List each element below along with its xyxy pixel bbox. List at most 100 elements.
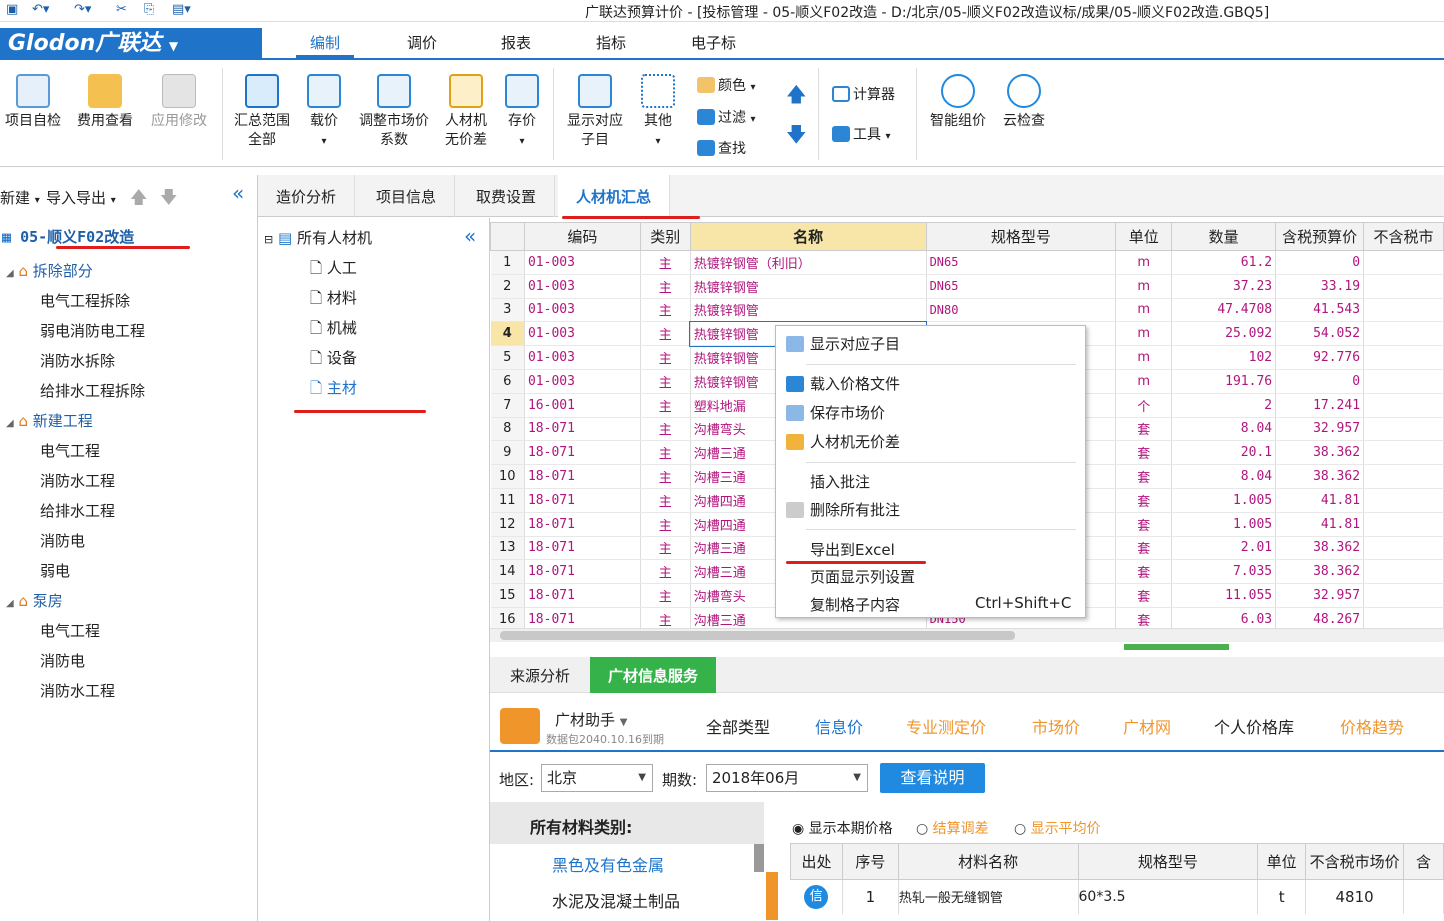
move-up-icon[interactable]: 🡅	[130, 185, 147, 214]
category-metals[interactable]: 黑色及有色金属	[552, 852, 664, 876]
tree-group-pump-room[interactable]: ◢ ⌂ 泵房	[6, 590, 63, 611]
menu-item-column-settings[interactable]: 页面显示列设置	[810, 566, 915, 587]
tree-item[interactable]: 给排水工程	[40, 500, 115, 521]
move-down-icon[interactable]: 🡇	[786, 120, 807, 154]
tab-e-bid[interactable]: 电子标	[677, 30, 750, 58]
info-tab-measured-price[interactable]: 专业测定价	[906, 714, 986, 738]
info-tab-price-trend[interactable]: 价格趋势	[1340, 714, 1404, 738]
color-button[interactable]: 颜色 ▾	[697, 75, 755, 95]
menu-item-save-market-price[interactable]: 保存市场价	[786, 402, 885, 423]
horizontal-scrollbar[interactable]	[490, 628, 1444, 642]
tree-item[interactable]: 弱电消防电工程	[40, 320, 145, 341]
redo-icon[interactable]: ↷▾	[74, 2, 91, 17]
col-market-price[interactable]: 不含税市场价	[1305, 843, 1405, 880]
menu-item-delete-comments[interactable]: 删除所有批注	[786, 499, 900, 520]
collapse-panel-icon[interactable]: «	[464, 224, 476, 248]
smart-pricing-button[interactable]: 智能组价	[924, 74, 992, 131]
tree-item[interactable]: 电气工程拆除	[40, 290, 130, 311]
view-explanation-button[interactable]: 查看说明	[880, 763, 985, 793]
period-select[interactable]: 2018年06月 ▼	[706, 764, 868, 792]
category-item-main-material[interactable]: 🗋 主材	[310, 377, 357, 403]
tab-reports[interactable]: 报表	[487, 30, 545, 58]
tab-project-info[interactable]: 项目信息	[358, 175, 456, 217]
tab-fee-settings[interactable]: 取费设置	[458, 175, 556, 217]
fee-view-button[interactable]: 费用查看	[74, 74, 136, 131]
new-button[interactable]: 新建 ▾	[0, 187, 40, 208]
category-root[interactable]: ⊟ ▤ 所有人材机	[264, 227, 372, 248]
col-name[interactable]: 名称	[689, 222, 927, 251]
tab-material-info-service[interactable]: 广材信息服务	[590, 657, 717, 693]
project-self-check-button[interactable]: 项目自检	[2, 74, 64, 131]
col-source[interactable]: 出处	[790, 843, 843, 880]
category-cement[interactable]: 水泥及混凝土制品	[552, 888, 680, 912]
menu-item-export-excel[interactable]: 导出到Excel	[810, 539, 895, 560]
region-select[interactable]: 北京 ▼	[541, 764, 653, 792]
undo-icon[interactable]: ↶▾	[32, 2, 49, 17]
col-tax-budget-price[interactable]: 含税预算价	[1275, 222, 1365, 251]
col-category[interactable]: 类别	[639, 222, 691, 251]
scrollbar-thumb[interactable]	[754, 844, 764, 872]
move-down-icon[interactable]: 🡇	[160, 185, 177, 214]
radio-settlement-adjust[interactable]: ○ 结算调差	[916, 818, 989, 838]
splitter-handle[interactable]	[766, 872, 778, 920]
col-spec[interactable]: 规格型号	[1077, 843, 1259, 880]
tree-item[interactable]: 给排水工程拆除	[40, 380, 145, 401]
save-icon[interactable]: ▣	[6, 2, 18, 17]
table-row[interactable]: 信 1 热轧一般无缝钢管 60*3.5 t 4810	[790, 879, 1444, 914]
tree-item[interactable]: 弱电	[40, 560, 70, 581]
tab-cost-analysis[interactable]: 造价分析	[258, 175, 356, 217]
import-export-button[interactable]: 导入导出 ▾	[46, 187, 116, 208]
info-tab-all[interactable]: 全部类型	[706, 714, 770, 738]
menu-item-insert-comment[interactable]: 插入批注	[810, 471, 870, 492]
tree-item[interactable]: 消防电	[40, 650, 85, 671]
col-spec[interactable]: 规格型号	[925, 222, 1117, 251]
find-button[interactable]: 查找	[697, 138, 746, 158]
radio-show-current[interactable]: ◉ 显示本期价格	[792, 818, 893, 838]
info-tab-info-price[interactable]: 信息价	[815, 714, 863, 738]
category-item[interactable]: 🗋 材料	[310, 287, 357, 313]
col-material-name[interactable]: 材料名称	[897, 843, 1079, 880]
save-price-button[interactable]: 存价 ▾	[500, 74, 544, 151]
tab-indicators[interactable]: 指标	[582, 30, 640, 58]
adjust-market-price-button[interactable]: 调整市场价 系数	[354, 74, 434, 150]
show-subitems-button[interactable]: 显示对应 子目	[562, 74, 628, 150]
tree-group-demolition[interactable]: ◢ ⌂ 拆除部分	[6, 260, 93, 281]
col-code[interactable]: 编码	[523, 222, 641, 251]
col-tax[interactable]: 含	[1403, 843, 1444, 880]
tree-item[interactable]: 消防水拆除	[40, 350, 115, 371]
tab-adjust-price[interactable]: 调价	[393, 30, 451, 58]
assistant-title[interactable]: 广材助手 ▼	[555, 709, 628, 730]
tree-item[interactable]: 电气工程	[40, 440, 100, 461]
menu-item-load-price-file[interactable]: 载入价格文件	[786, 373, 900, 394]
scrollbar-thumb[interactable]	[500, 631, 1015, 640]
table-row[interactable]: 1 01-003 主热镀锌钢管（利旧） DN65 m 61.2 0	[490, 250, 1444, 275]
cut-icon[interactable]: ✂	[116, 2, 127, 17]
col-unit[interactable]: 单位	[1115, 222, 1173, 251]
cloud-check-button[interactable]: 云检查	[996, 74, 1052, 131]
tab-labor-material-summary[interactable]: 人材机汇总	[558, 175, 671, 217]
tree-item[interactable]: 消防电	[40, 530, 85, 551]
move-up-icon[interactable]: 🡅	[786, 80, 807, 114]
col-unit[interactable]: 单位	[1257, 843, 1307, 880]
category-item[interactable]: 🗋 机械	[310, 317, 357, 343]
copy-icon[interactable]: ⎘	[144, 2, 154, 17]
tree-item[interactable]: 消防水工程	[40, 680, 115, 701]
info-tab-personal-library[interactable]: 个人价格库	[1214, 714, 1294, 738]
tree-root-project[interactable]: ▦ 05-顺义F02改造	[2, 226, 134, 247]
col-quantity[interactable]: 数量	[1171, 222, 1277, 251]
tab-edit[interactable]: 编制	[296, 30, 355, 58]
radio-show-average[interactable]: ○ 显示平均价	[1014, 818, 1101, 838]
tree-item[interactable]: 电气工程	[40, 620, 100, 641]
summary-scope-button[interactable]: 汇总范围 全部	[230, 74, 294, 150]
tree-group-new-construction[interactable]: ◢ ⌂ 新建工程	[6, 410, 93, 431]
info-tab-market-price[interactable]: 市场价	[1032, 714, 1080, 738]
table-row[interactable]: 2 01-003 主热镀锌钢管 DN65 m 37.23 33.19	[490, 274, 1444, 299]
tools-button[interactable]: 工具 ▾	[832, 124, 890, 144]
menu-item-show-subitems[interactable]: 显示对应子目	[786, 333, 900, 354]
paste-icon[interactable]: ▤▾	[172, 2, 191, 17]
info-tab-material-web[interactable]: 广材网	[1123, 714, 1171, 738]
table-row[interactable]: 3 01-003 主热镀锌钢管 DN80 m 47.4708 41.543	[490, 298, 1444, 323]
tab-source-analysis[interactable]: 来源分析	[492, 657, 588, 693]
category-item[interactable]: 🗋 设备	[310, 347, 357, 373]
collapse-panel-icon[interactable]: «	[232, 181, 244, 205]
